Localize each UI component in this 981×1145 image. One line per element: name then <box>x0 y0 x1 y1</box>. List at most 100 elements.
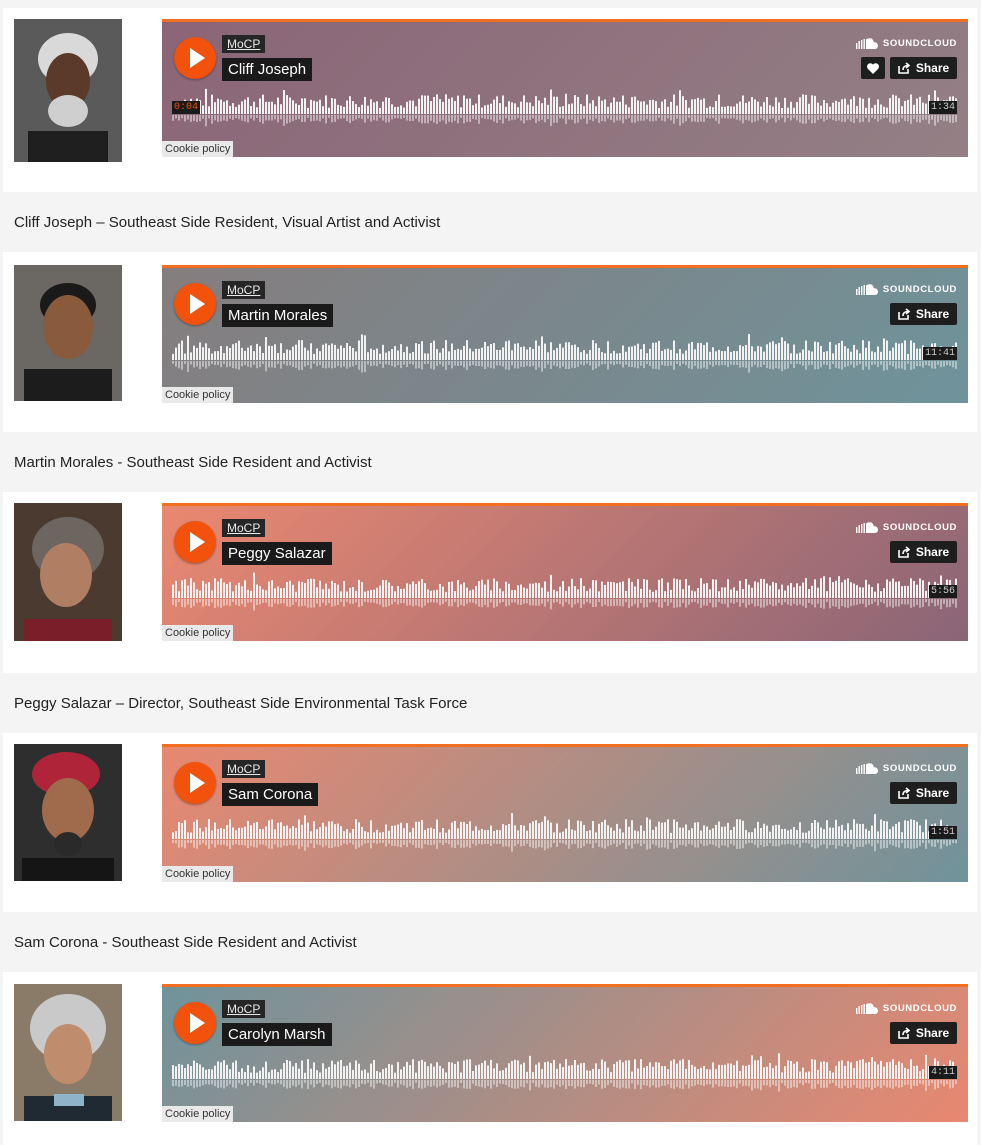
waveform-bar <box>844 579 846 598</box>
waveform-bar <box>751 587 753 598</box>
waveform-bar-reflection <box>601 599 603 607</box>
waveform-bar <box>322 106 324 114</box>
waveform-bar-reflection <box>670 599 672 603</box>
track-title[interactable]: Peggy Salazar <box>222 542 332 565</box>
waveform-bar <box>388 1064 390 1079</box>
waveform-bar <box>541 587 543 598</box>
waveform-bar <box>862 1059 864 1079</box>
soundcloud-logo[interactable]: SOUNDCLOUD <box>855 1003 957 1014</box>
soundcloud-logo[interactable]: SOUNDCLOUD <box>855 522 957 533</box>
waveform-bar <box>172 353 174 360</box>
waveform-bar-reflection <box>550 840 552 848</box>
waveform-bar-reflection <box>193 1080 195 1089</box>
waveform-bar <box>865 1062 867 1079</box>
uploader-link[interactable]: MoCP <box>222 760 266 778</box>
waveform-bar <box>424 583 426 598</box>
waveform-bar-reflection <box>631 1080 633 1084</box>
waveform-bar <box>199 342 201 360</box>
waveform-bar-reflection <box>256 1080 258 1083</box>
share-button[interactable]: Share <box>890 1022 957 1044</box>
waveform-bar <box>838 576 840 598</box>
play-button[interactable] <box>174 521 216 563</box>
waveform-bar-reflection <box>256 840 258 848</box>
share-button[interactable]: Share <box>890 57 957 79</box>
waveform-bar <box>571 829 573 839</box>
waveform-bar-reflection <box>901 599 903 605</box>
cookie-policy-link[interactable]: Cookie policy <box>162 866 234 882</box>
share-button[interactable]: Share <box>890 541 957 563</box>
uploader-link[interactable]: MoCP <box>222 281 266 299</box>
cookie-policy-link[interactable]: Cookie policy <box>162 387 234 403</box>
waveform-bar <box>331 98 333 114</box>
waveform-bar-reflection <box>583 1080 585 1088</box>
play-button[interactable] <box>174 1002 216 1044</box>
cookie-policy-link[interactable]: Cookie policy <box>162 625 234 641</box>
waveform-bar <box>340 345 342 360</box>
waveform-bar <box>535 582 537 598</box>
waveform-bar-reflection <box>652 115 654 122</box>
waveform-bar <box>481 1063 483 1079</box>
waveform-bar <box>727 1063 729 1079</box>
share-button[interactable]: Share <box>890 303 957 325</box>
waveform-bar <box>625 1060 627 1079</box>
waveform-bar-reflection <box>817 599 819 604</box>
waveform-bar-reflection <box>730 840 732 845</box>
play-button[interactable] <box>174 283 216 325</box>
track-title[interactable]: Carolyn Marsh <box>222 1023 332 1046</box>
waveform-bar <box>265 101 267 114</box>
waveform-bar <box>889 581 891 598</box>
waveform-bar <box>241 347 243 360</box>
uploader-link[interactable]: MoCP <box>222 35 266 53</box>
cookie-policy-link[interactable]: Cookie policy <box>162 1106 234 1122</box>
cookie-policy-link[interactable]: Cookie policy <box>162 141 234 157</box>
track-title[interactable]: Sam Corona <box>222 783 319 806</box>
waveform-bar <box>409 100 411 114</box>
waveform-bar <box>601 100 603 114</box>
track-title[interactable]: Martin Morales <box>222 304 334 327</box>
waveform[interactable] <box>172 88 958 128</box>
waveform[interactable] <box>172 334 958 374</box>
like-button[interactable] <box>861 57 885 79</box>
waveform-bar <box>643 101 645 114</box>
waveform-bar-reflection <box>616 361 618 364</box>
waveform[interactable] <box>172 1053 958 1093</box>
waveform-bar-reflection <box>274 1080 276 1085</box>
waveform-bar-reflection <box>766 840 768 847</box>
uploader-link[interactable]: MoCP <box>222 1000 266 1018</box>
waveform-bar-reflection <box>622 599 624 607</box>
waveform-bar-reflection <box>412 840 414 846</box>
waveform-bar-reflection <box>436 361 438 366</box>
waveform-bar-reflection <box>643 1080 645 1086</box>
waveform[interactable] <box>172 572 958 612</box>
share-icon <box>898 308 910 320</box>
waveform-bar-reflection <box>922 115 924 121</box>
waveform-bar <box>325 95 327 114</box>
waveform-bar-reflection <box>862 840 864 847</box>
waveform-bar <box>547 591 549 598</box>
waveform-bar <box>832 353 834 360</box>
waveform-bar-reflection <box>454 1080 456 1087</box>
waveform-bar-reflection <box>946 1080 948 1085</box>
waveform-bar <box>877 1064 879 1079</box>
waveform-bar-reflection <box>739 115 741 121</box>
waveform-bar-reflection <box>646 115 648 120</box>
soundcloud-logo[interactable]: SOUNDCLOUD <box>855 284 957 295</box>
waveform-bar <box>892 94 894 114</box>
share-button[interactable]: Share <box>890 782 957 804</box>
track-title[interactable]: Cliff Joseph <box>222 58 313 81</box>
soundcloud-logo[interactable]: SOUNDCLOUD <box>855 763 957 774</box>
uploader-link[interactable]: MoCP <box>222 519 266 537</box>
play-button[interactable] <box>174 37 216 79</box>
waveform-bar <box>235 1060 237 1079</box>
waveform-bar-reflection <box>532 599 534 606</box>
soundcloud-logo[interactable]: SOUNDCLOUD <box>855 38 957 49</box>
waveform-bar <box>349 832 351 839</box>
waveform-bar <box>214 351 216 360</box>
waveform-bar <box>301 98 303 114</box>
play-button[interactable] <box>174 762 216 804</box>
waveform-bar-reflection <box>619 361 621 365</box>
waveform[interactable] <box>172 813 958 853</box>
waveform-bar <box>694 99 696 114</box>
soundcloud-cloud-icon <box>855 284 878 295</box>
waveform-bar <box>517 343 519 360</box>
